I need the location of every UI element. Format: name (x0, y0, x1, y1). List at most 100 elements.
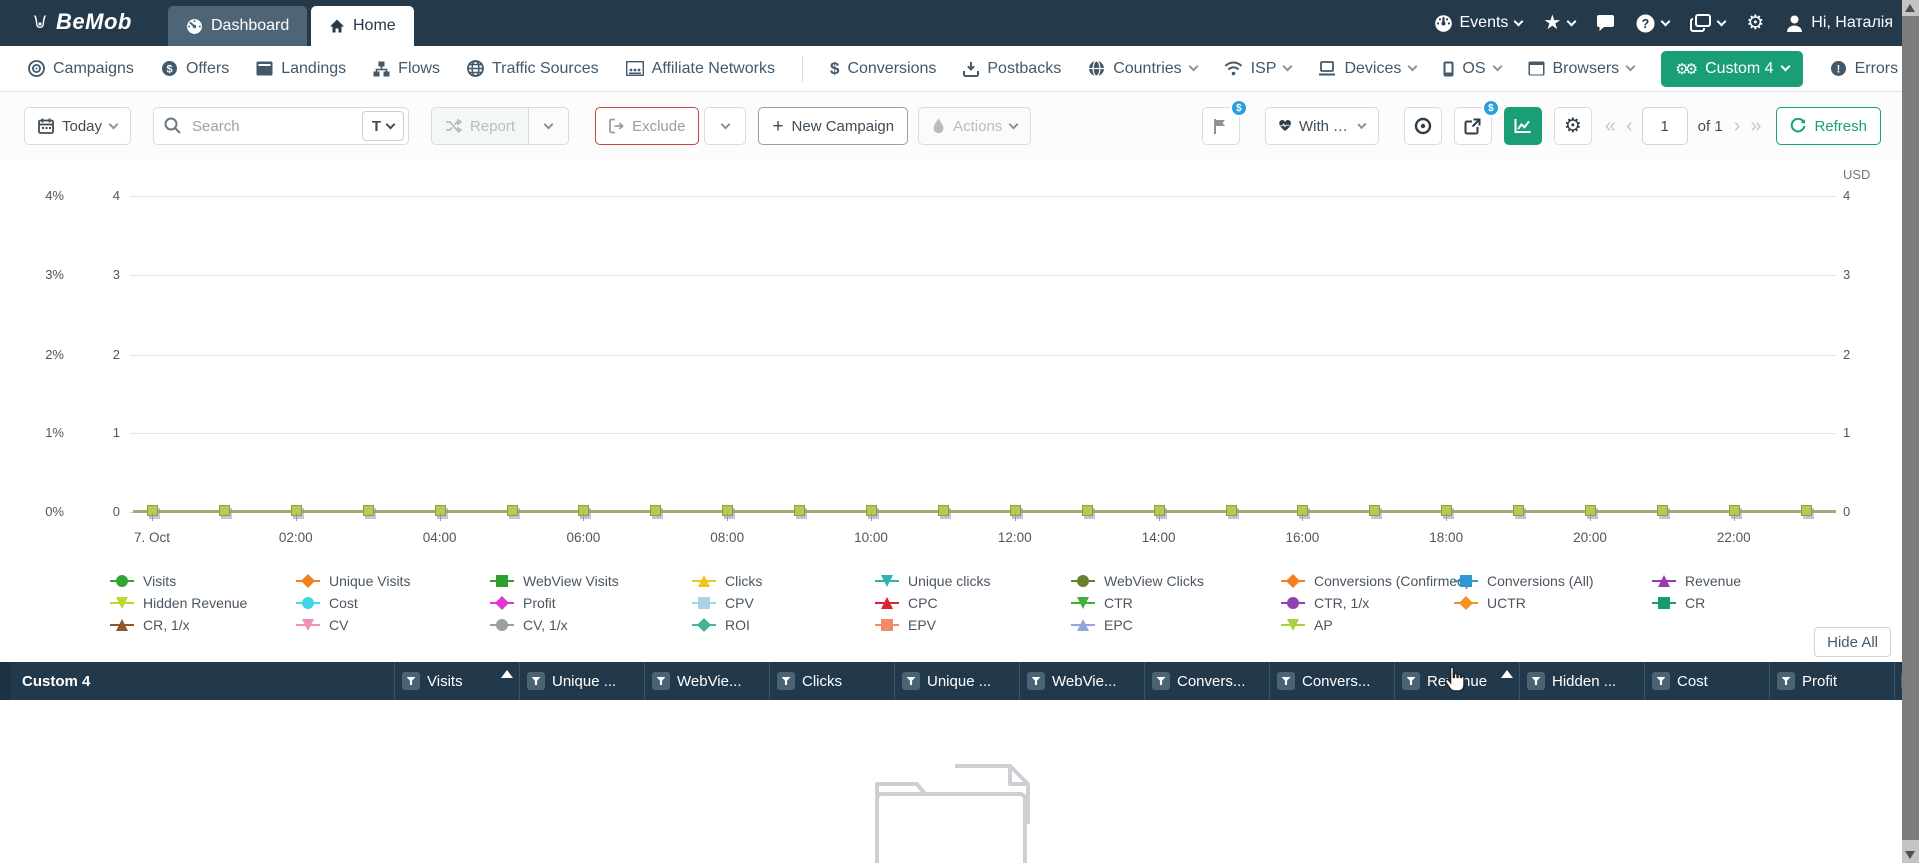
filter-icon[interactable] (1652, 672, 1670, 690)
nav-offers[interactable]: $ Offers (161, 60, 229, 78)
legend-item[interactable]: UCTR (1454, 592, 1594, 614)
legend-item[interactable]: EPC (1071, 614, 1204, 636)
legend-item[interactable]: CTR (1071, 592, 1204, 614)
filter-icon[interactable] (902, 672, 920, 690)
nav-isp[interactable]: ISP (1224, 60, 1293, 78)
data-point-marker[interactable] (1369, 505, 1381, 516)
search-type-dropdown[interactable]: T (361, 111, 405, 141)
visibility-button[interactable] (1403, 107, 1442, 145)
workspaces-menu[interactable] (1690, 13, 1727, 33)
data-point-marker[interactable] (362, 505, 374, 516)
report-button[interactable]: Report (431, 107, 530, 145)
filter-icon[interactable] (402, 672, 420, 690)
settings-button[interactable]: ⚙ (1746, 13, 1764, 33)
nav-os[interactable]: OS (1443, 60, 1502, 78)
legend-item[interactable]: Unique clicks (875, 570, 990, 592)
data-point-marker[interactable] (937, 505, 949, 516)
column-header-unique-clicks[interactable]: Unique ... (894, 662, 1019, 700)
sort-asc-icon[interactable] (1501, 670, 1513, 678)
legend-item[interactable]: CTR, 1/x (1281, 592, 1470, 614)
filter-icon[interactable] (1527, 672, 1545, 690)
help-menu[interactable]: ? (1636, 14, 1671, 33)
nav-landings[interactable]: Landings (256, 60, 346, 78)
last-page-button[interactable]: » (1745, 115, 1766, 138)
column-header-profit[interactable]: Profit (1769, 662, 1894, 700)
exclude-dropdown-button[interactable] (704, 107, 747, 145)
refresh-button[interactable]: Refresh (1776, 107, 1881, 145)
legend-item[interactable]: AP (1281, 614, 1470, 636)
legend-item[interactable]: Conversions (All) (1454, 570, 1594, 592)
nav-browsers[interactable]: Browsers (1528, 60, 1636, 78)
legend-item[interactable]: CPV (692, 592, 762, 614)
nav-postbacks[interactable]: Postbacks (963, 60, 1061, 78)
data-point-marker[interactable] (1081, 505, 1093, 516)
filter-icon[interactable] (652, 672, 670, 690)
legend-item[interactable]: Conversions (Confirmed) (1281, 570, 1470, 592)
legend-item[interactable]: Unique Visits (296, 570, 410, 592)
data-point-marker[interactable] (1800, 505, 1812, 516)
chat-button[interactable] (1596, 14, 1615, 32)
column-header-webview-clicks[interactable]: WebVie... (1019, 662, 1144, 700)
column-header-hidden-revenue[interactable]: Hidden ... (1519, 662, 1644, 700)
column-header-group[interactable]: Custom 4 (10, 662, 394, 700)
events-menu[interactable]: Events (1434, 14, 1524, 33)
nav-custom4[interactable]: ⚙⚙ Custom 4 (1661, 50, 1803, 87)
column-header-webview-visits[interactable]: WebVie... (644, 662, 769, 700)
sort-asc-icon[interactable] (501, 670, 513, 678)
data-point-marker[interactable] (1225, 505, 1237, 516)
filter-icon[interactable] (777, 672, 795, 690)
data-point-marker[interactable] (506, 505, 518, 516)
hide-all-button[interactable]: Hide All (1814, 627, 1891, 657)
filter-icon[interactable] (1152, 672, 1170, 690)
nav-errors[interactable]: ! Errors (1830, 60, 1898, 78)
date-range-button[interactable]: Today (24, 107, 132, 145)
filter-icon[interactable] (1027, 672, 1045, 690)
column-header-conversions-all[interactable]: Convers... (1269, 662, 1394, 700)
scroll-down-arrow[interactable] (1905, 851, 1915, 859)
nav-affiliate-networks[interactable]: Affiliate Networks (625, 60, 775, 78)
legend-item[interactable]: WebView Clicks (1071, 570, 1204, 592)
chart-toggle-button[interactable] (1503, 107, 1542, 145)
nav-flows[interactable]: Flows (373, 60, 440, 78)
nav-traffic-sources[interactable]: Traffic Sources (467, 60, 599, 78)
actions-button[interactable]: Actions (918, 107, 1032, 145)
legend-item[interactable]: Hidden Revenue (110, 592, 247, 614)
report-dropdown-button[interactable] (529, 107, 570, 145)
column-header-visits[interactable]: Visits (394, 662, 519, 700)
tab-home[interactable]: Home (311, 6, 414, 46)
legend-item[interactable]: CR, 1/x (110, 614, 247, 636)
legend-item[interactable]: CPC (875, 592, 990, 614)
column-header-unique-visits[interactable]: Unique ... (519, 662, 644, 700)
data-point-marker[interactable] (650, 505, 662, 516)
nav-conversions[interactable]: $ Conversions (830, 59, 936, 79)
data-point-marker[interactable] (218, 505, 230, 516)
legend-item[interactable]: CR (1652, 592, 1741, 614)
legend-item[interactable]: WebView Visits (490, 570, 619, 592)
scroll-up-arrow[interactable] (1905, 4, 1915, 12)
table-settings-button[interactable]: ⚙ (1553, 107, 1592, 145)
legend-item[interactable]: Visits (110, 570, 247, 592)
column-header-clicks[interactable]: Clicks (769, 662, 894, 700)
filter-icon[interactable] (1402, 672, 1420, 690)
nav-campaigns[interactable]: Campaigns (28, 60, 134, 78)
prev-page-button[interactable]: ‹ (1621, 115, 1638, 138)
data-point-marker[interactable] (794, 505, 806, 516)
legend-item[interactable]: Profit (490, 592, 619, 614)
legend-item[interactable]: Revenue (1652, 570, 1741, 592)
vertical-scrollbar[interactable] (1902, 0, 1919, 863)
legend-item[interactable]: ROI (692, 614, 762, 636)
nav-devices[interactable]: Devices (1318, 60, 1418, 78)
first-page-button[interactable]: « (1600, 115, 1621, 138)
exclude-button[interactable]: Exclude (595, 107, 700, 145)
column-header-cost[interactable]: Cost (1644, 662, 1769, 700)
legend-item[interactable]: Clicks (692, 570, 762, 592)
scrollbar-thumb[interactable] (1902, 16, 1919, 840)
data-point-marker[interactable] (1656, 505, 1668, 516)
legend-item[interactable]: Cost (296, 592, 410, 614)
filter-icon[interactable] (527, 672, 545, 690)
legend-item[interactable]: CV (296, 614, 410, 636)
tab-dashboard[interactable]: Dashboard (168, 6, 308, 46)
filter-icon[interactable] (1277, 672, 1295, 690)
page-number-input[interactable] (1641, 107, 1688, 145)
new-campaign-button[interactable]: + New Campaign (758, 107, 909, 145)
